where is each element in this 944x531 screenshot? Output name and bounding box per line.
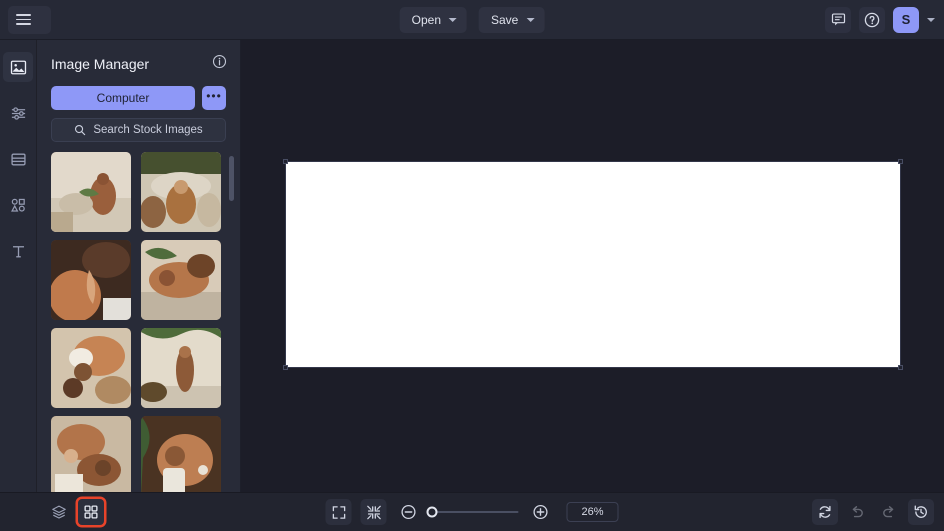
menu-and-title[interactable] xyxy=(8,5,51,34)
undo-button[interactable] xyxy=(844,499,870,525)
grid-button[interactable] xyxy=(78,499,104,525)
comment-button[interactable] xyxy=(825,6,851,33)
app-body: Image Manager Computer ••• Search Stock … xyxy=(0,40,944,492)
thumbnail-item[interactable] xyxy=(51,240,131,320)
chevron-down-icon xyxy=(449,18,457,22)
search-icon xyxy=(75,124,86,136)
refresh-icon xyxy=(819,505,831,519)
chevron-down-icon xyxy=(526,18,535,22)
zoom-out-icon xyxy=(401,504,416,520)
computer-button[interactable]: Computer xyxy=(51,86,195,110)
tool-rail xyxy=(0,40,37,492)
fullscreen-button[interactable] xyxy=(325,499,352,525)
chevron-down-icon[interactable] xyxy=(927,17,935,22)
info-icon[interactable] xyxy=(212,54,227,74)
footer-right-controls xyxy=(812,499,934,525)
artboard[interactable] xyxy=(283,159,903,370)
thumbnail-grid xyxy=(37,152,240,492)
thumbnail-item[interactable] xyxy=(140,152,221,232)
layers-icon xyxy=(52,505,66,519)
thumbnail-list[interactable] xyxy=(37,152,240,492)
thumbnail-item[interactable] xyxy=(140,416,221,492)
image-icon xyxy=(10,60,26,74)
search-stock-images-input[interactable]: Search Stock Images xyxy=(51,118,226,142)
selection-handle-top-left[interactable] xyxy=(283,159,288,164)
zoom-in-button[interactable] xyxy=(528,499,554,525)
zoom-in-icon xyxy=(533,504,548,520)
grid-icon xyxy=(84,505,98,519)
comment-icon xyxy=(831,13,845,26)
selection-handle-bottom-left[interactable] xyxy=(283,365,288,370)
zoom-out-button[interactable] xyxy=(396,499,422,525)
more-options-button[interactable]: ••• xyxy=(202,86,226,110)
panel-scrollbar[interactable] xyxy=(229,156,234,201)
fit-to-screen-icon xyxy=(366,505,381,519)
app-root: Open Save S Image Manager Computer ••• S… xyxy=(0,0,944,531)
history-button[interactable] xyxy=(908,499,934,525)
header-right-controls: S xyxy=(825,6,935,33)
selection-handle-bottom-right[interactable] xyxy=(898,365,903,370)
selection-handle-top-right[interactable] xyxy=(898,159,903,164)
fit-to-screen-button[interactable] xyxy=(360,499,387,525)
thumbnail-item[interactable] xyxy=(140,328,221,408)
open-button-label: Open xyxy=(411,12,441,27)
redo-button[interactable] xyxy=(876,499,902,525)
save-button[interactable]: Save xyxy=(479,6,545,33)
canvas-area[interactable] xyxy=(241,40,944,492)
history-icon xyxy=(914,505,927,518)
save-button-label: Save xyxy=(491,12,519,27)
text-icon xyxy=(12,245,24,257)
rail-item-shapes[interactable] xyxy=(3,190,33,220)
zoom-slider-knob[interactable] xyxy=(426,506,438,518)
fullscreen-icon xyxy=(332,505,345,519)
image-manager-panel: Image Manager Computer ••• Search Stock … xyxy=(37,40,241,492)
panel-title: Image Manager xyxy=(51,56,150,72)
photo-thumbnail xyxy=(140,240,221,320)
panel-header: Image Manager xyxy=(37,40,240,74)
help-button[interactable] xyxy=(859,6,885,33)
rail-item-text[interactable] xyxy=(3,236,33,266)
rail-item-layouts[interactable] xyxy=(3,144,33,174)
file-actions: Open Save xyxy=(399,6,545,33)
thumbnail-item[interactable] xyxy=(51,328,131,408)
thumbnail-item[interactable] xyxy=(140,240,221,320)
photo-thumbnail xyxy=(51,416,131,492)
footer-left-controls xyxy=(46,499,104,525)
layers-button[interactable] xyxy=(46,499,72,525)
photo-thumbnail xyxy=(140,328,221,408)
sliders-icon xyxy=(11,106,25,120)
rail-item-images[interactable] xyxy=(3,52,33,82)
redo-icon xyxy=(883,506,894,518)
photo-thumbnail xyxy=(140,416,221,492)
photo-thumbnail xyxy=(51,240,131,320)
open-button[interactable]: Open xyxy=(399,6,467,33)
panel-source-actions: Computer ••• xyxy=(37,74,240,110)
layout-icon xyxy=(10,153,26,165)
search-placeholder: Search Stock Images xyxy=(93,124,203,136)
zoom-controls: 26% xyxy=(325,499,619,525)
refresh-button[interactable] xyxy=(812,499,838,525)
help-circle-icon xyxy=(864,12,880,27)
avatar[interactable]: S xyxy=(893,6,919,33)
photo-thumbnail xyxy=(140,152,221,232)
app-footer: 26% xyxy=(0,492,944,531)
hamburger-menu-icon[interactable] xyxy=(16,14,31,25)
thumbnail-item[interactable] xyxy=(51,416,131,492)
photo-thumbnail xyxy=(51,152,131,232)
zoom-slider[interactable] xyxy=(426,506,519,518)
undo-icon xyxy=(852,506,863,518)
photo-thumbnail xyxy=(51,328,131,408)
zoom-level-input[interactable]: 26% xyxy=(566,502,619,522)
rail-item-adjustments[interactable] xyxy=(3,98,33,128)
app-header: Open Save S xyxy=(0,0,944,40)
shapes-icon xyxy=(10,198,25,212)
thumbnail-item[interactable] xyxy=(51,152,131,232)
